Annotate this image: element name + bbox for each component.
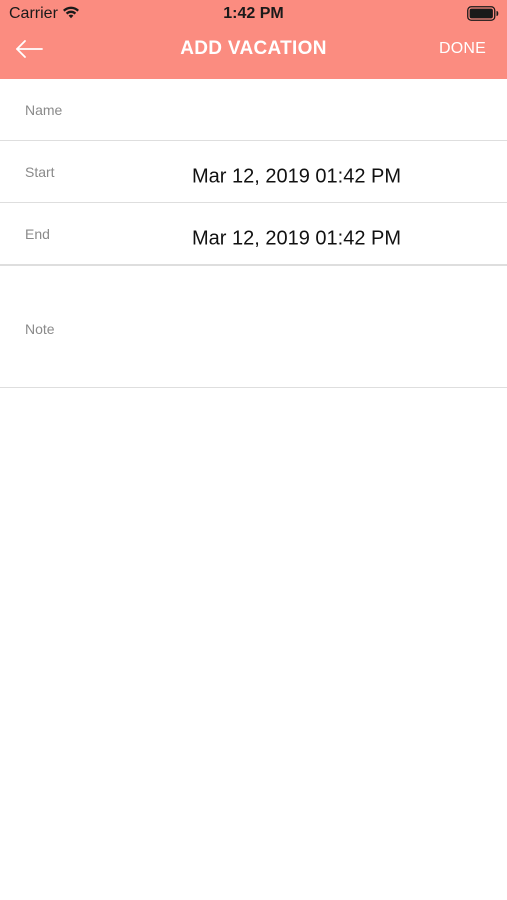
- name-input[interactable]: [192, 97, 482, 125]
- battery-icon: [467, 6, 499, 21]
- note-label: Note: [25, 321, 55, 337]
- page-title: ADD VACATION: [180, 38, 327, 59]
- done-button[interactable]: DONE: [439, 40, 486, 58]
- name-label: Name: [25, 102, 63, 118]
- status-bar: Carrier 1:42 PM: [0, 0, 507, 28]
- note-row[interactable]: Note: [0, 265, 507, 388]
- start-row[interactable]: Start Mar 12, 2019 01:42 PM: [0, 141, 507, 203]
- vacation-form: Name Start Mar 12, 2019 01:42 PM End Mar…: [0, 79, 507, 388]
- add-vacation-screen: Carrier 1:42 PM ADD VACATION DONE Name S…: [0, 0, 507, 900]
- start-label: Start: [25, 164, 55, 180]
- start-date-value[interactable]: Mar 12, 2019 01:42 PM: [192, 166, 401, 189]
- end-label: End: [25, 226, 50, 242]
- note-input[interactable]: [192, 306, 482, 366]
- end-date-value[interactable]: Mar 12, 2019 01:42 PM: [192, 228, 401, 251]
- end-row[interactable]: End Mar 12, 2019 01:42 PM: [0, 203, 507, 265]
- name-row[interactable]: Name: [0, 79, 507, 141]
- header: Carrier 1:42 PM ADD VACATION DONE: [0, 0, 507, 79]
- status-time: 1:42 PM: [223, 5, 284, 22]
- nav-bar: ADD VACATION DONE: [0, 28, 507, 79]
